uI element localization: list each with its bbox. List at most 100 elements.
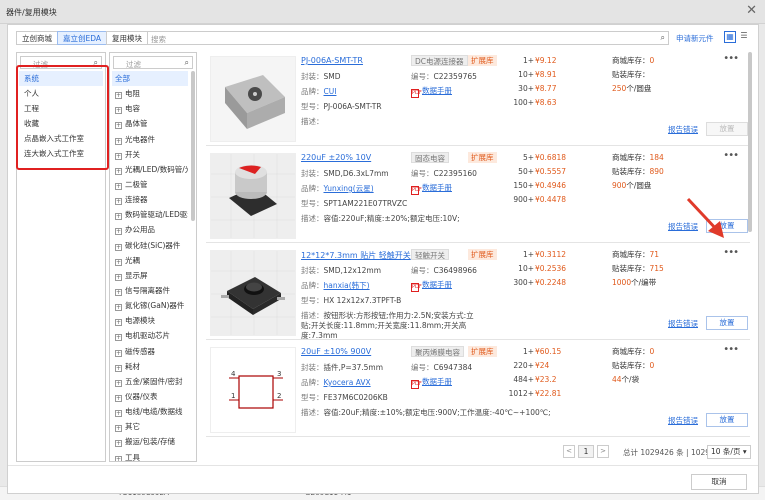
search-icon[interactable]: ⌕ — [661, 33, 665, 43]
expand-icon[interactable]: + — [115, 228, 122, 236]
more-options-icon[interactable]: ••• — [723, 150, 739, 161]
pdf-icon: PDF — [411, 380, 422, 389]
place-button[interactable]: 放置 — [706, 122, 748, 136]
part-name-link[interactable]: 20uF ±10% 900V — [301, 347, 371, 356]
expand-icon[interactable]: + — [115, 288, 122, 296]
category-item[interactable]: + 办公用品 — [112, 222, 188, 237]
category-label: 开关 — [125, 149, 140, 159]
expand-icon[interactable]: + — [115, 455, 122, 461]
cancel-button[interactable]: 取消 — [691, 474, 747, 490]
next-page-button[interactable]: > — [597, 445, 609, 458]
results-scrollbar[interactable] — [748, 52, 752, 232]
category-item[interactable]: +光耦/LED/数码管/光电 — [112, 162, 188, 177]
more-options-icon[interactable]: ••• — [723, 247, 739, 258]
category-filter-input[interactable]: 过滤 ⌕ — [113, 56, 193, 69]
brand-link[interactable]: hanxia(韩下) — [324, 281, 370, 290]
category-item[interactable]: + 搬运/包装/存储 — [112, 434, 188, 449]
page-number[interactable]: 1 — [578, 445, 594, 458]
expand-icon[interactable]: + — [115, 107, 122, 115]
category-item[interactable]: + 碳化硅(SiC)器件 — [112, 238, 188, 253]
category-item[interactable]: + 电阻 — [112, 86, 188, 101]
expand-icon[interactable]: + — [115, 198, 122, 206]
brand-link[interactable]: Yunxing(云星) — [324, 184, 374, 193]
category-item[interactable]: + 仪器/仪表 — [112, 389, 188, 404]
expand-icon[interactable]: + — [115, 273, 122, 281]
category-item[interactable]: + 电机驱动芯片 — [112, 328, 188, 343]
category-item[interactable]: + 电线/电缆/数据线 — [112, 404, 188, 419]
part-thumbnail[interactable] — [210, 250, 296, 336]
expand-icon[interactable]: + — [115, 122, 122, 130]
expand-icon[interactable]: + — [115, 258, 122, 266]
category-item[interactable]: + 连接器 — [112, 192, 188, 207]
category-item[interactable]: + 光电器件 — [112, 132, 188, 147]
expand-icon[interactable]: + — [115, 213, 122, 221]
more-options-icon[interactable]: ••• — [723, 53, 739, 64]
brand-link[interactable]: CUI — [324, 87, 337, 96]
expand-icon[interactable]: + — [115, 92, 122, 100]
request-new-part-link[interactable]: 申请新元件 — [676, 33, 714, 44]
category-item[interactable]: + 五金/紧固件/密封 — [112, 374, 188, 389]
prev-page-button[interactable]: < — [563, 445, 575, 458]
datasheet-link[interactable]: 数据手册 — [422, 377, 452, 386]
desc-value: 容值:220uF;精度:±20%;额定电压:10V; — [323, 214, 460, 223]
page-size-select[interactable]: 10 条/页 ▾ — [707, 445, 751, 459]
report-error-link[interactable]: 报告错误 — [668, 318, 698, 329]
expand-icon[interactable]: + — [115, 425, 122, 433]
card-view-icon[interactable]: ▦ — [724, 31, 736, 43]
category-item[interactable]: + 工具 — [112, 450, 188, 461]
expand-icon[interactable]: + — [115, 440, 122, 448]
datasheet-link[interactable]: 数据手册 — [422, 183, 452, 192]
category-item[interactable]: + 二极管 — [112, 177, 188, 192]
expand-icon[interactable]: + — [115, 394, 122, 402]
close-icon[interactable]: ✕ — [746, 3, 757, 18]
expand-icon[interactable]: + — [115, 167, 122, 175]
category-item[interactable]: + 电源模块 — [112, 313, 188, 328]
code-value: C6947384 — [433, 363, 473, 372]
part-name-link[interactable]: 220uF ±20% 10V — [301, 153, 371, 162]
report-error-link[interactable]: 报告错误 — [668, 415, 698, 426]
list-view-icon[interactable]: ☰ — [738, 31, 750, 43]
report-error-link[interactable]: 报告错误 — [668, 124, 698, 135]
expand-icon[interactable]: + — [115, 349, 122, 357]
category-all[interactable]: 全部 — [112, 71, 188, 87]
category-item[interactable]: + 晶体管 — [112, 116, 188, 131]
expand-icon[interactable]: + — [115, 182, 122, 190]
place-button[interactable]: 放置 — [706, 413, 748, 427]
datasheet-link[interactable]: 数据手册 — [422, 86, 452, 95]
category-item[interactable]: + 耗材 — [112, 359, 188, 374]
expand-icon[interactable]: + — [115, 137, 122, 145]
expand-icon[interactable]: + — [115, 319, 122, 327]
part-thumbnail[interactable]: 4 1 3 2 — [210, 347, 296, 433]
brand-link[interactable]: Kyocera AVX — [324, 378, 371, 387]
category-item[interactable]: + 开关 — [112, 147, 188, 162]
expand-icon[interactable]: + — [115, 410, 122, 418]
part-thumbnail[interactable] — [210, 153, 296, 239]
search-input[interactable]: 搜索 ⌕ — [147, 31, 669, 45]
place-button[interactable]: 放置 — [706, 316, 748, 330]
expand-icon[interactable]: + — [115, 243, 122, 251]
more-options-icon[interactable]: ••• — [723, 344, 739, 355]
category-item[interactable]: + 显示屏 — [112, 268, 188, 283]
category-item[interactable]: + 信号隔离器件 — [112, 283, 188, 298]
tab-reuse-module[interactable]: 复用模块 — [106, 31, 149, 45]
tab-lcsc-mall[interactable]: 立创商城 — [16, 31, 57, 45]
category-item[interactable]: + 数码管驱动/LED驱动 — [112, 207, 188, 222]
part-name-link[interactable]: PJ-006A-SMT-TR — [301, 56, 363, 65]
category-item[interactable]: + 电容 — [112, 101, 188, 116]
category-item[interactable]: + 磁传感器 — [112, 344, 188, 359]
datasheet-link[interactable]: 数据手册 — [422, 280, 452, 289]
expand-icon[interactable]: + — [115, 304, 122, 312]
category-item[interactable]: + 氮化镓(GaN)器件 — [112, 298, 188, 313]
expand-icon[interactable]: + — [115, 334, 122, 342]
expand-icon[interactable]: + — [115, 379, 122, 387]
mpn-value: SPT1AM221E07TRVZC — [323, 199, 408, 208]
category-scrollbar[interactable] — [191, 71, 195, 221]
expand-icon[interactable]: + — [115, 364, 122, 372]
part-thumbnail[interactable] — [210, 56, 296, 142]
tab-jlc-eda[interactable]: 嘉立创EDA — [57, 31, 107, 45]
expand-icon[interactable]: + — [115, 152, 122, 160]
search-icon[interactable]: ⌕ — [185, 58, 189, 68]
category-item[interactable]: + 光耦 — [112, 253, 188, 268]
part-name-link[interactable]: 12*12*7.3mm 贴片 轻触开关 — [301, 250, 411, 261]
category-item[interactable]: + 其它 — [112, 419, 188, 434]
